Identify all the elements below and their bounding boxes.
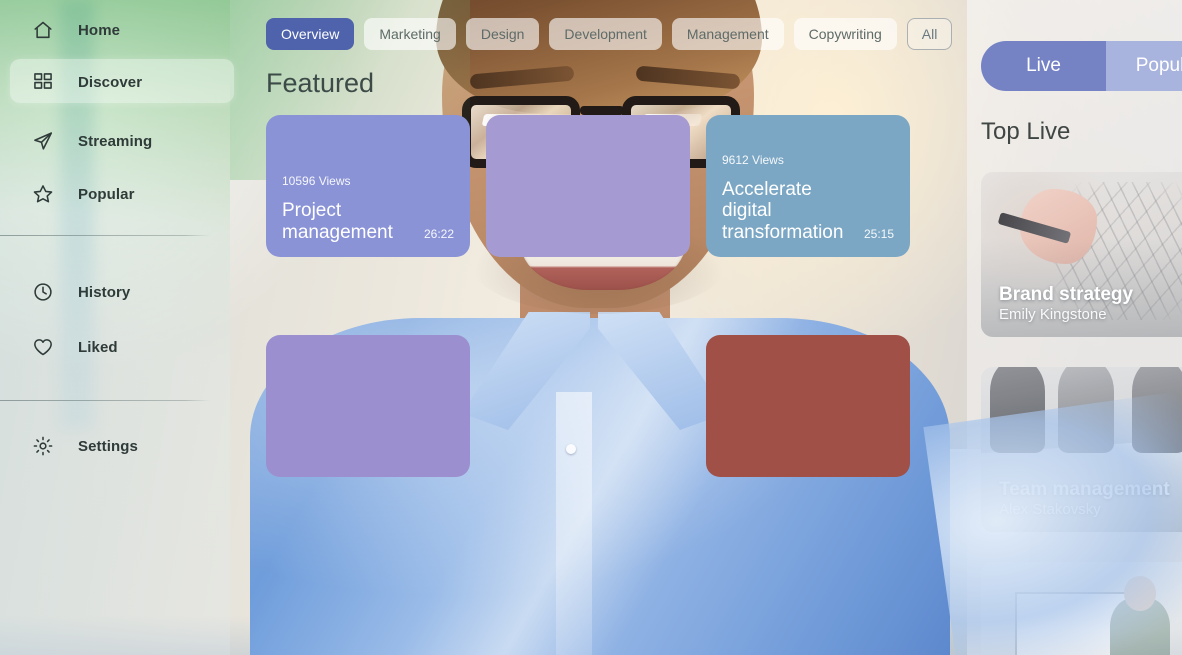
- sidebar-item-label: Liked: [78, 338, 118, 356]
- card-title: Accelerate digital transformation: [722, 179, 844, 243]
- heart-icon: [24, 336, 62, 358]
- featured-card-project-management[interactable]: 10596 Views Project management 26:22: [266, 115, 470, 257]
- sidebar-item-label: Home: [78, 21, 121, 39]
- sidebar-item-settings[interactable]: Settings: [24, 424, 138, 468]
- home-icon: [24, 19, 62, 41]
- main-content: Overview Marketing Design Development Ma…: [230, 0, 982, 655]
- live-card-title: Team management: [999, 479, 1170, 500]
- sidebar-item-popular[interactable]: Popular: [24, 172, 152, 216]
- sidebar: Home Discover Streaming Popular History …: [0, 0, 235, 655]
- sidebar-divider-2: [0, 400, 210, 401]
- featured-card-row2-left[interactable]: [266, 335, 470, 477]
- app-window: Home Discover Streaming Popular History …: [0, 0, 1182, 655]
- sidebar-item-history[interactable]: History: [24, 270, 130, 314]
- card-views: 9612 Views: [722, 153, 784, 168]
- toggle-option-live[interactable]: Live: [981, 41, 1106, 91]
- card-duration: 26:22: [423, 227, 454, 241]
- gear-icon: [24, 435, 62, 457]
- live-card-author: Emily Kingstone: [999, 306, 1107, 323]
- live-popular-toggle: Live Popular: [981, 41, 1182, 91]
- card-title: Project management: [282, 200, 393, 243]
- sidebar-item-label: Streaming: [78, 132, 153, 150]
- live-card-title: Brand strategy: [999, 284, 1134, 305]
- tab-marketing[interactable]: Marketing: [364, 18, 456, 50]
- grid-icon: [24, 71, 62, 93]
- featured-section-title: Featured: [266, 68, 375, 98]
- sidebar-item-label: Settings: [78, 437, 138, 455]
- live-card-team-management[interactable]: Team management Alex Stakovsky: [981, 367, 1182, 532]
- live-card-brand-strategy[interactable]: Brand strategy Emily Kingstone: [981, 172, 1182, 337]
- card-duration: 25:15: [863, 227, 894, 241]
- sidebar-item-label: Popular: [78, 185, 135, 203]
- sidebar-item-liked[interactable]: Liked: [24, 325, 130, 369]
- tab-design[interactable]: Design: [465, 18, 540, 50]
- featured-card-accelerate-digital-transformation[interactable]: 9612 Views Accelerate digital transformat…: [706, 115, 910, 257]
- live-card-third-partial[interactable]: [981, 562, 1182, 655]
- tab-management[interactable]: Management: [671, 18, 784, 50]
- tab-copywriting[interactable]: Copywriting: [793, 18, 897, 50]
- right-panel: Live Popular Top Live Brand strategy Emi…: [967, 0, 1182, 655]
- featured-card-middle-occluded[interactable]: [486, 115, 690, 257]
- tab-all[interactable]: All: [906, 18, 953, 50]
- sidebar-item-home[interactable]: Home: [24, 8, 152, 52]
- sidebar-item-discover[interactable]: Discover: [9, 59, 235, 104]
- send-icon: [24, 130, 62, 152]
- sidebar-item-label: Discover: [78, 73, 143, 91]
- tab-development[interactable]: Development: [549, 18, 662, 50]
- featured-card-row2-right[interactable]: [706, 335, 910, 477]
- tab-overview[interactable]: Overview: [266, 18, 355, 50]
- clock-icon: [24, 281, 62, 303]
- card-views: 10596 Views: [282, 174, 351, 189]
- live-card-author: Alex Stakovsky: [999, 501, 1101, 518]
- top-live-title: Top Live: [981, 118, 1071, 145]
- toggle-option-popular[interactable]: Popular: [1106, 41, 1182, 91]
- star-icon: [24, 183, 62, 205]
- sidebar-item-streaming[interactable]: Streaming: [24, 119, 152, 163]
- sidebar-item-label: History: [78, 283, 131, 301]
- category-tab-bar: Overview Marketing Design Development Ma…: [266, 18, 953, 50]
- sidebar-divider-1: [0, 235, 210, 236]
